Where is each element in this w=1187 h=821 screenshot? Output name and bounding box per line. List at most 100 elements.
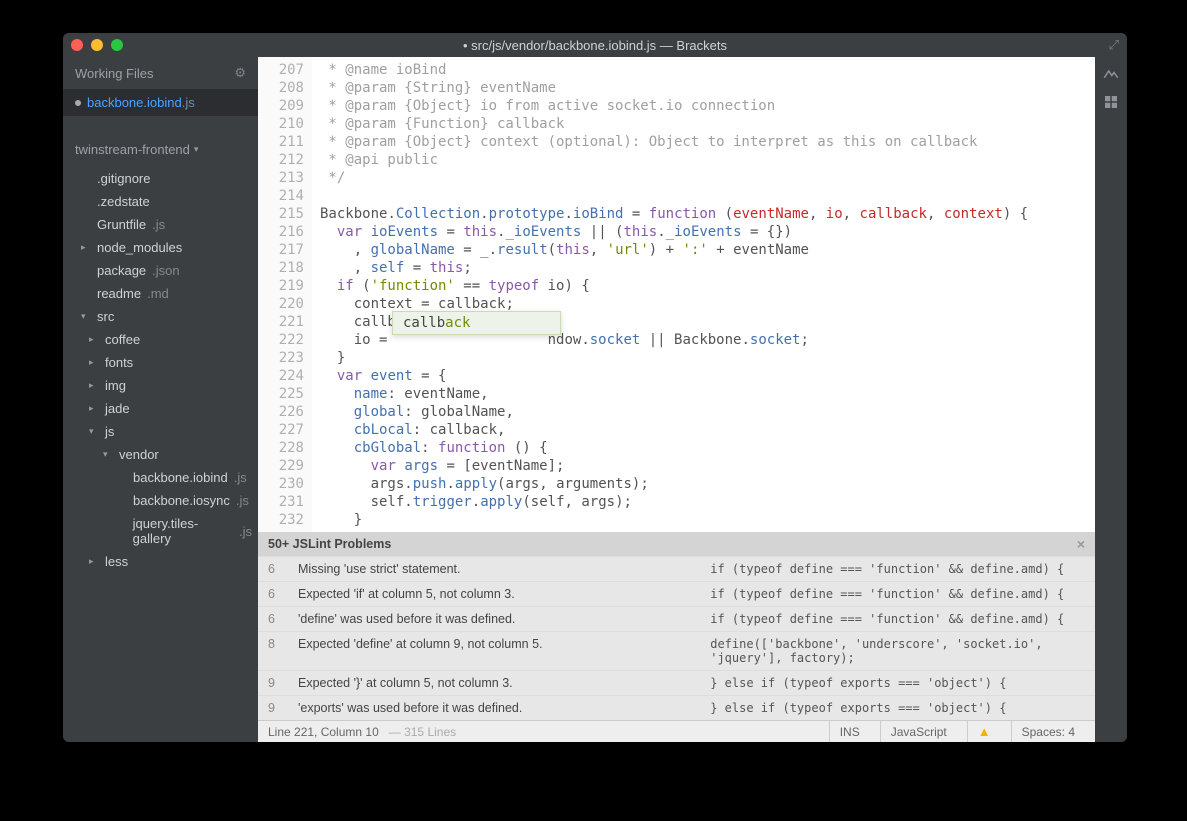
- folder-item[interactable]: ▾ src: [63, 305, 258, 328]
- language-mode[interactable]: JavaScript: [880, 721, 957, 742]
- file-item[interactable]: backbone.iobind.js: [63, 466, 258, 489]
- file-label: node_modules: [97, 240, 182, 255]
- problem-row[interactable]: 9Expected '}' at column 5, not column 3.…: [258, 670, 1095, 695]
- warning-indicator[interactable]: ▲: [967, 721, 1001, 742]
- folder-item[interactable]: ▸ coffee: [63, 328, 258, 351]
- problem-source: if (typeof define === 'function' && defi…: [710, 562, 1085, 576]
- minimize-window-button[interactable]: [91, 39, 103, 51]
- app-window: • src/js/vendor/backbone.iobind.js — Bra…: [63, 33, 1127, 742]
- file-tree: .gitignore.zedstateGruntfile.js▸node_mod…: [63, 167, 258, 573]
- problem-line: 6: [268, 612, 298, 626]
- problems-table: 6Missing 'use strict' statement.if (type…: [258, 556, 1095, 720]
- file-label: backbone.iosync: [133, 493, 230, 508]
- problem-row[interactable]: 6Missing 'use strict' statement.if (type…: [258, 556, 1095, 581]
- chevron-down-icon: ▾: [81, 311, 91, 322]
- insert-mode[interactable]: INS: [829, 721, 870, 742]
- indent-settings[interactable]: Spaces: 4: [1011, 721, 1085, 742]
- problem-line: 6: [268, 587, 298, 601]
- project-header[interactable]: twinstream-frontend ▾: [63, 136, 258, 163]
- folder-item[interactable]: ▾ js: [63, 420, 258, 443]
- fullscreen-icon[interactable]: ⤢: [1109, 37, 1119, 53]
- titlebar: • src/js/vendor/backbone.iobind.js — Bra…: [63, 33, 1127, 57]
- folder-item[interactable]: ▾ vendor: [63, 443, 258, 466]
- main-panel: 2072082092102112122132142152162172182192…: [258, 57, 1095, 742]
- problem-message: Expected 'define' at column 9, not colum…: [298, 637, 710, 665]
- file-label: .zedstate: [97, 194, 150, 209]
- file-label: jquery.tiles-gallery: [133, 516, 233, 546]
- problem-row[interactable]: 9'exports' was used before it was define…: [258, 695, 1095, 720]
- file-label: readme: [97, 286, 141, 301]
- folder-item[interactable]: ▸ less: [63, 550, 258, 573]
- working-file-name: backbone.iobind: [87, 95, 182, 110]
- file-label: .gitignore: [97, 171, 150, 186]
- chevron-right-icon: ▸: [89, 403, 99, 414]
- file-ext: .js: [239, 524, 252, 539]
- problem-message: 'exports' was used before it was defined…: [298, 701, 710, 715]
- problem-source: } else if (typeof exports === 'object') …: [710, 676, 1085, 690]
- cursor-position[interactable]: Line 221, Column 10: [268, 725, 379, 739]
- gear-icon[interactable]: ⚙: [234, 65, 246, 81]
- code-area[interactable]: * @name ioBind * @param {String} eventNa…: [312, 57, 1095, 532]
- chevron-right-icon: ▸: [89, 380, 99, 391]
- file-item[interactable]: Gruntfile.js: [63, 213, 258, 236]
- line-count: — 315 Lines: [389, 725, 456, 739]
- problem-row[interactable]: 8Expected 'define' at column 9, not colu…: [258, 631, 1095, 670]
- file-label: js: [105, 424, 114, 439]
- file-item[interactable]: readme .md: [63, 282, 258, 305]
- live-preview-icon[interactable]: [1102, 65, 1120, 83]
- chevron-right-icon: ▸: [89, 357, 99, 368]
- folder-item[interactable]: ▸ node_modules: [63, 236, 258, 259]
- statusbar: Line 221, Column 10 — 315 Lines INS Java…: [258, 720, 1095, 742]
- working-files-header: Working Files ⚙: [63, 57, 258, 89]
- close-window-button[interactable]: [71, 39, 83, 51]
- warning-icon: ▲: [978, 724, 991, 739]
- sidebar: Working Files ⚙ backbone.iobind.js twins…: [63, 57, 258, 742]
- problem-line: 8: [268, 637, 298, 665]
- folder-item[interactable]: ▸jade: [63, 397, 258, 420]
- problem-message: Missing 'use strict' statement.: [298, 562, 710, 576]
- code-editor[interactable]: 2072082092102112122132142152162172182192…: [258, 57, 1095, 532]
- file-label: package: [97, 263, 146, 278]
- extension-manager-icon[interactable]: [1102, 93, 1120, 111]
- file-label: Gruntfile: [97, 217, 146, 232]
- file-label: fonts: [105, 355, 133, 370]
- file-item[interactable]: jquery.tiles-gallery .js: [63, 512, 258, 550]
- zoom-window-button[interactable]: [111, 39, 123, 51]
- file-ext: .md: [147, 286, 169, 301]
- problem-row[interactable]: 6Expected 'if' at column 5, not column 3…: [258, 581, 1095, 606]
- chevron-down-icon: ▾: [89, 426, 99, 437]
- file-label: img: [105, 378, 126, 393]
- working-file-tab[interactable]: backbone.iobind.js: [63, 89, 258, 116]
- folder-item[interactable]: ▸ fonts: [63, 351, 258, 374]
- folder-item[interactable]: ▸ img: [63, 374, 258, 397]
- right-rail: [1095, 57, 1127, 742]
- file-label: coffee: [105, 332, 140, 347]
- problem-source: define(['backbone', 'underscore', 'socke…: [710, 637, 1085, 665]
- problem-message: 'define' was used before it was defined.: [298, 612, 710, 626]
- file-item[interactable]: backbone.iosync.js: [63, 489, 258, 512]
- app-body: Working Files ⚙ backbone.iobind.js twins…: [63, 57, 1127, 742]
- file-item[interactable]: .zedstate: [63, 190, 258, 213]
- file-label: less: [105, 554, 128, 569]
- chevron-down-icon: ▾: [194, 144, 204, 155]
- chevron-right-icon: ▸: [89, 556, 99, 567]
- problem-message: Expected '}' at column 5, not column 3.: [298, 676, 710, 690]
- file-item[interactable]: package.json: [63, 259, 258, 282]
- autocomplete-completion: ack: [445, 315, 470, 331]
- close-icon[interactable]: ×: [1077, 536, 1085, 552]
- file-label: src: [97, 309, 114, 324]
- working-files-label: Working Files: [75, 66, 154, 81]
- chevron-right-icon: ▸: [81, 242, 91, 253]
- autocomplete-popup[interactable]: callback: [392, 311, 561, 335]
- window-controls: [71, 39, 123, 51]
- file-label: vendor: [119, 447, 159, 462]
- problems-header[interactable]: 50+ JSLint Problems ×: [258, 532, 1095, 556]
- problem-row[interactable]: 6'define' was used before it was defined…: [258, 606, 1095, 631]
- problem-source: if (typeof define === 'function' && defi…: [710, 587, 1085, 601]
- chevron-right-icon: ▸: [89, 334, 99, 345]
- file-item[interactable]: .gitignore: [63, 167, 258, 190]
- line-gutter: 2072082092102112122132142152162172182192…: [258, 57, 312, 532]
- problem-line: 9: [268, 676, 298, 690]
- project-name: twinstream-frontend: [75, 142, 190, 157]
- chevron-down-icon: ▾: [103, 449, 113, 460]
